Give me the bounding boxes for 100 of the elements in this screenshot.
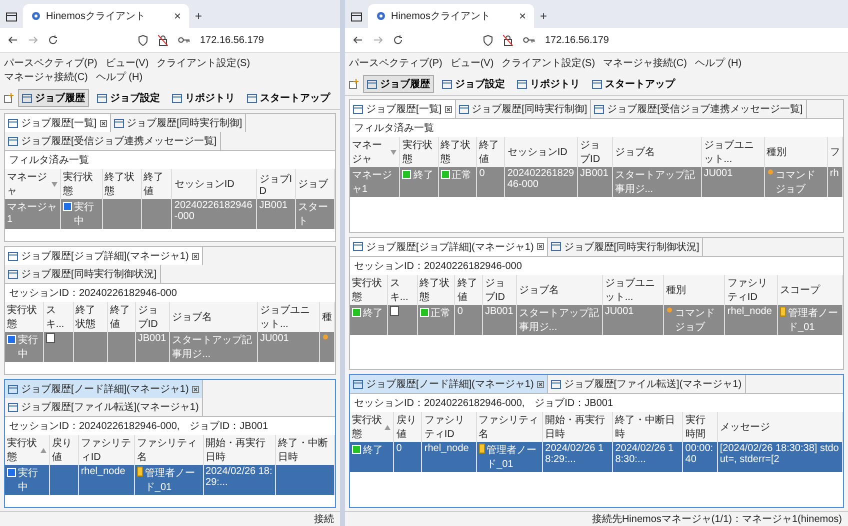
view-tab[interactable]: ジョブ履歴[ジョブ詳細](マネージャ1) bbox=[5, 247, 203, 265]
view-tab[interactable]: ジョブ履歴[受信ジョブ連携メッセージ一覧] bbox=[591, 100, 807, 118]
perspective-button[interactable]: スタートアップ bbox=[243, 89, 334, 107]
column-header[interactable]: 実行状態 bbox=[350, 412, 394, 442]
column-header[interactable]: マネージャ bbox=[5, 169, 60, 199]
column-header[interactable]: ジョブID bbox=[135, 302, 170, 332]
column-header[interactable]: ジョブID bbox=[256, 169, 296, 199]
perspective-button[interactable]: ジョブ設定 bbox=[93, 89, 164, 107]
close-button[interactable]: × bbox=[174, 9, 181, 23]
table-cell: 20240226182946-000 bbox=[504, 167, 578, 197]
shield-icon bbox=[483, 34, 493, 46]
column-header[interactable]: 終了状態 bbox=[438, 137, 477, 167]
column-header[interactable]: ジョブ名 bbox=[170, 302, 258, 332]
column-header[interactable]: 種別 bbox=[764, 137, 828, 167]
column-header[interactable]: ファシリティ名 bbox=[476, 412, 543, 442]
column-header[interactable]: 実行状態 bbox=[400, 137, 438, 167]
column-header[interactable]: メッセージ bbox=[717, 412, 842, 442]
address-bar[interactable]: 172.16.56.179 bbox=[200, 34, 264, 46]
cell-text: 管理者ノード_01 bbox=[486, 444, 538, 472]
column-header[interactable]: ファシリティID bbox=[78, 435, 134, 465]
perspective-button[interactable]: ジョブ履歴 bbox=[18, 89, 89, 107]
view-tab[interactable]: ジョブ履歴[同時実行制御] bbox=[110, 114, 246, 132]
view-tab[interactable]: ジョブ履歴[ジョブ詳細](マネージャ1) bbox=[350, 238, 548, 256]
view-tab[interactable]: ジョブ履歴[受信ジョブ連携メッセージ一覧] bbox=[5, 132, 221, 150]
column-header[interactable]: 開始・再実行日時 bbox=[203, 435, 276, 465]
column-header[interactable]: ジョブユニット... bbox=[257, 302, 320, 332]
new-tab-button[interactable]: + bbox=[195, 9, 202, 23]
perspective-button[interactable]: ジョブ履歴 bbox=[363, 75, 434, 93]
table-cell bbox=[107, 332, 136, 362]
column-header[interactable]: 開始・再実行日時 bbox=[542, 412, 613, 442]
checkbox[interactable] bbox=[390, 306, 399, 316]
column-header[interactable]: 終了値 bbox=[454, 274, 482, 305]
column-header[interactable]: 終了状態 bbox=[102, 169, 142, 199]
column-header[interactable]: 実行状態 bbox=[5, 435, 50, 465]
column-header[interactable]: ジョブ bbox=[296, 169, 334, 199]
table-row[interactable]: 終了 0 rhel_node 管理者ノード_01 2024/02/26 18:29:... 2024/02/26 18:30:... 00:00:40 [2024/02/26 18:30:38] stdout=, stderr=[2 bbox=[350, 442, 842, 472]
window-icon bbox=[8, 118, 18, 128]
column-header[interactable]: スキ... bbox=[43, 302, 74, 332]
column-header[interactable]: ジョブユニット... bbox=[602, 274, 664, 305]
menu-item[interactable]: ヘルプ (H) bbox=[694, 56, 742, 70]
menu-item[interactable]: マネージャ接続(C) bbox=[4, 70, 88, 84]
browser-tab[interactable]: Hinemosクライアント × bbox=[23, 4, 189, 28]
view-tab[interactable]: ジョブ履歴[同時実行制御状況] bbox=[5, 265, 161, 283]
column-header[interactable]: ファシリティID bbox=[422, 412, 476, 442]
perspective-button[interactable]: リポジトリ bbox=[513, 75, 584, 93]
column-header[interactable]: 終了・中断日時 bbox=[275, 435, 334, 465]
column-header[interactable]: 終了値 bbox=[107, 302, 136, 332]
address-bar[interactable]: 172.16.56.179 bbox=[545, 34, 609, 46]
perspective-button[interactable]: リポジトリ bbox=[168, 89, 239, 107]
checkbox[interactable] bbox=[46, 333, 55, 343]
menu-item[interactable]: クライアント設定(S) bbox=[502, 56, 596, 70]
menu-item[interactable]: ビュー(V) bbox=[450, 56, 494, 70]
column-header[interactable]: ジョブID bbox=[482, 274, 516, 305]
column-header[interactable]: ジョブ名 bbox=[612, 137, 702, 167]
column-header[interactable]: スコープ bbox=[778, 274, 842, 305]
column-header[interactable]: セッションID bbox=[504, 137, 578, 167]
menu-item[interactable]: マネージャ接続(C) bbox=[603, 56, 687, 70]
column-header[interactable]: 種別 bbox=[663, 274, 725, 305]
browser-tab[interactable]: Hinemosクライアント × bbox=[368, 4, 534, 28]
perspective-button[interactable]: スタートアップ bbox=[588, 75, 679, 93]
column-header[interactable]: 実行時間 bbox=[682, 412, 718, 442]
status-text: 接続先Hinemosマネージャ(1/1)：マネージャ1(hinemos) bbox=[592, 512, 842, 526]
view-tab[interactable]: ジョブ履歴[一覧] bbox=[5, 114, 111, 132]
menu-item[interactable]: ビュー(V) bbox=[105, 56, 149, 70]
column-header[interactable]: 終了・中断日時 bbox=[612, 412, 683, 442]
column-header[interactable]: 種 bbox=[319, 302, 334, 332]
column-header[interactable]: 戻り値 bbox=[394, 412, 422, 442]
column-header[interactable]: ファシリティID bbox=[724, 274, 778, 305]
view-tab[interactable]: ジョブ履歴[同時実行制御] bbox=[456, 100, 592, 118]
table-row[interactable]: 実行中 rhel_node 管理者ノード_01 2024/02/26 18:29:... bbox=[5, 465, 334, 495]
column-header[interactable]: スキ... bbox=[387, 274, 418, 305]
table-cell: スタートアップ記事用ジ... bbox=[516, 304, 602, 335]
table-cell: rhel_node bbox=[724, 304, 778, 335]
column-header[interactable]: 戻り値 bbox=[50, 435, 78, 465]
column-header[interactable]: 実行状態 bbox=[350, 274, 388, 305]
view-tab[interactable]: ジョブ履歴[ファイル転送](マネージャ1) bbox=[5, 398, 203, 416]
perspective-button[interactable]: ジョブ設定 bbox=[438, 75, 509, 93]
column-header[interactable]: 終了値 bbox=[476, 137, 505, 167]
column-header[interactable]: フ bbox=[827, 137, 842, 167]
column-header[interactable]: 実行状態 bbox=[60, 169, 102, 199]
column-header[interactable]: ジョブユニット... bbox=[701, 137, 764, 167]
column-header[interactable]: 実行状態 bbox=[5, 302, 44, 332]
view-tab[interactable]: ジョブ履歴[一覧] bbox=[350, 100, 456, 118]
column-header[interactable]: 終了状態 bbox=[417, 274, 455, 305]
close-button[interactable]: × bbox=[518, 9, 526, 23]
menu-item[interactable]: パースペクティブ(P) bbox=[4, 56, 98, 70]
column-header[interactable]: ジョブID bbox=[578, 137, 612, 167]
tab-label: ジョブ履歴[同時実行制御状況] bbox=[21, 268, 157, 281]
new-tab-button[interactable]: + bbox=[540, 9, 548, 23]
menu-item[interactable]: ヘルプ (H) bbox=[96, 70, 143, 84]
menu-item[interactable]: クライアント設定(S) bbox=[156, 56, 250, 70]
column-header[interactable]: ジョブ名 bbox=[516, 274, 602, 305]
column-header[interactable]: ファシリティ名 bbox=[134, 435, 204, 465]
menu-item[interactable]: パースペクティブ(P) bbox=[349, 56, 442, 70]
view-tab[interactable]: ジョブ履歴[ノード詳細](マネージャ1) bbox=[5, 380, 203, 398]
column-header[interactable]: 終了値 bbox=[141, 169, 172, 199]
column-header[interactable]: マネージャ bbox=[350, 137, 400, 167]
column-header[interactable]: 終了状態 bbox=[73, 302, 108, 332]
column-header[interactable]: セッションID bbox=[172, 169, 257, 199]
view-tab[interactable]: ジョブ履歴[ノード詳細](マネージャ1) bbox=[350, 375, 548, 394]
